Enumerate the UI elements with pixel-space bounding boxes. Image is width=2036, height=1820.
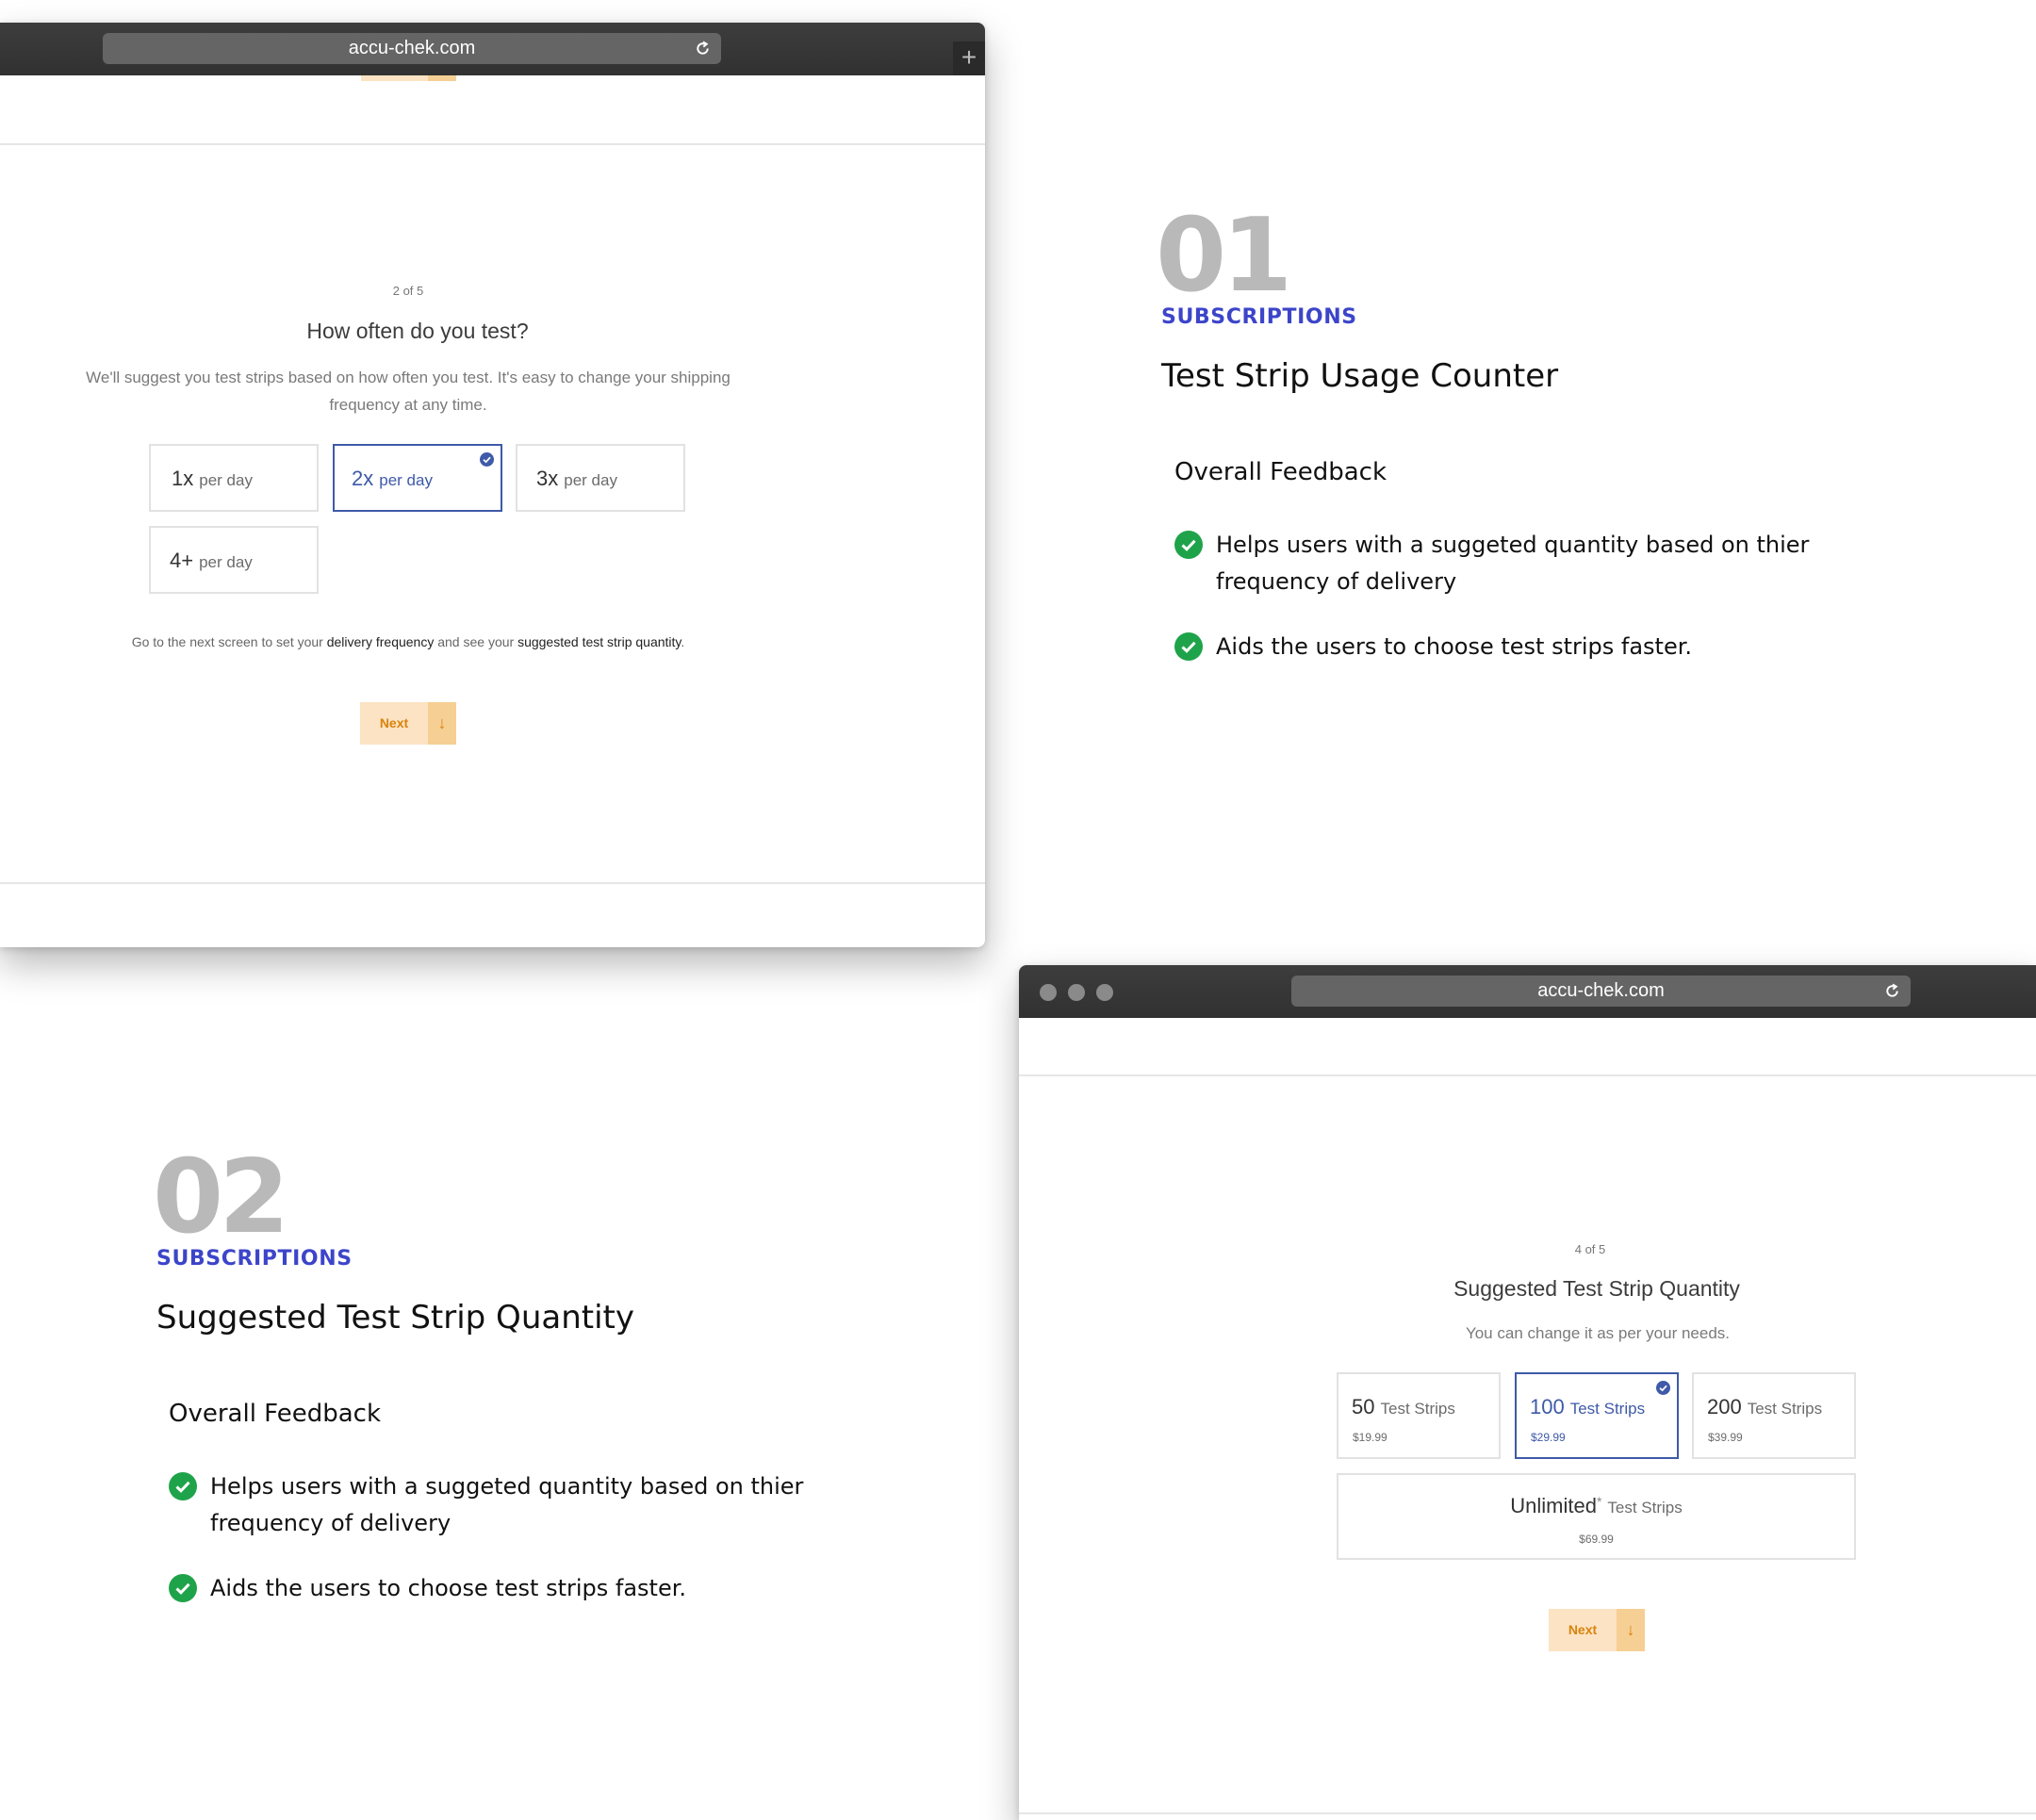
option-value: Unlimited xyxy=(1510,1494,1597,1517)
quantity-option-200[interactable]: 200 Test Strips $39.99 xyxy=(1692,1372,1856,1459)
hint-text: Go to the next screen to set your xyxy=(131,634,327,649)
question-title: How often do you test? xyxy=(306,319,529,343)
option-price: $69.99 xyxy=(1579,1533,1614,1546)
next-button-label: Next xyxy=(1568,1622,1598,1637)
frequency-option-1x[interactable]: 1x per day xyxy=(149,444,319,512)
option-value: 1x xyxy=(172,467,194,490)
frequency-option-2x[interactable]: 2x per day xyxy=(333,444,502,512)
feedback-item: Aids the users to choose test strips fas… xyxy=(1216,629,1692,665)
option-price: $19.99 xyxy=(1353,1431,1387,1444)
feedback-item-line: Aids the users to choose test strips fas… xyxy=(210,1575,687,1601)
browser-window-frequency: accu-chek.com + 2 of 5 How often do you … xyxy=(0,23,985,947)
reload-icon[interactable] xyxy=(1883,982,1901,1000)
option-price: $39.99 xyxy=(1708,1431,1743,1444)
option-value: 4+ xyxy=(170,549,194,572)
step-indicator: 4 of 5 xyxy=(1574,1242,1606,1256)
browser-titlebar: accu-chek.com xyxy=(1019,965,2036,1018)
arrow-down-icon: ↓ xyxy=(428,702,456,745)
option-unit: Test Strips xyxy=(1569,1400,1646,1418)
feedback-item-line: Helps users with a suggeted quantity bas… xyxy=(1216,532,1810,558)
feedback-item-line: Helps users with a suggeted quantity bas… xyxy=(210,1473,804,1500)
address-bar[interactable]: accu-chek.com xyxy=(1291,976,1911,1007)
next-button[interactable]: Next ↓ xyxy=(1549,1609,1645,1651)
feedback-item: Aids the users to choose test strips fas… xyxy=(210,1570,686,1607)
address-bar[interactable]: accu-chek.com xyxy=(103,33,721,64)
quantity-option-unlimited[interactable]: Unlimited* Test Strips $69.99 xyxy=(1337,1473,1856,1560)
option-value: 200 xyxy=(1707,1395,1742,1418)
quantity-option-50[interactable]: 50 Test Strips $19.99 xyxy=(1337,1372,1501,1459)
option-unit: Test Strips xyxy=(1747,1400,1823,1418)
check-circle-icon xyxy=(169,1472,197,1500)
window-maximize-dot[interactable] xyxy=(1096,984,1113,1001)
footer-divider xyxy=(1019,1812,2036,1814)
selected-check-icon xyxy=(1656,1381,1670,1395)
question-description-line1: We'll suggest you test strips based on h… xyxy=(86,369,731,386)
next-button-label: Next xyxy=(379,715,409,730)
previous-next-button-edge xyxy=(361,75,456,81)
delivery-frequency-text: delivery frequency xyxy=(326,634,435,649)
option-unit: Test Strips xyxy=(1380,1400,1455,1418)
feedback-title: Overall Feedback xyxy=(169,1400,381,1428)
address-url: accu-chek.com xyxy=(348,38,476,58)
window-minimize-dot[interactable] xyxy=(1068,984,1085,1001)
option-value: 3x xyxy=(536,467,559,490)
option-value: 100 xyxy=(1530,1395,1565,1418)
feedback-item: Helps users with a suggeted quantity bas… xyxy=(210,1468,803,1542)
option-unit: per day xyxy=(564,471,617,489)
header-divider xyxy=(1019,1074,2036,1076)
address-url: accu-chek.com xyxy=(1537,980,1665,1001)
section-number: 01 xyxy=(1156,197,1292,315)
feedback-item-line: frequency of delivery xyxy=(210,1510,452,1536)
section-number: 02 xyxy=(153,1139,289,1256)
selected-check-icon xyxy=(480,452,494,467)
feedback-item-line: frequency of delivery xyxy=(1216,568,1457,595)
feedback-item: Helps users with a suggeted quantity bas… xyxy=(1216,527,1809,600)
browser-titlebar: accu-chek.com + xyxy=(0,23,985,75)
new-tab-button[interactable]: + xyxy=(953,41,985,75)
feedback-title: Overall Feedback xyxy=(1174,458,1387,486)
option-unit: per day xyxy=(379,471,433,489)
next-button[interactable]: Next ↓ xyxy=(360,702,456,745)
frequency-option-4plus[interactable]: 4+ per day xyxy=(149,526,319,594)
section-category: SUBSCRIPTIONS xyxy=(156,1247,353,1271)
step-indicator: 2 of 5 xyxy=(392,284,424,298)
feedback-item-line: Aids the users to choose test strips fas… xyxy=(1216,633,1693,660)
question-title: Suggested Test Strip Quantity xyxy=(1453,1276,1740,1301)
question-description-line2: frequency at any time. xyxy=(329,396,487,414)
option-unit: per day xyxy=(199,471,253,489)
window-close-dot[interactable] xyxy=(1040,984,1057,1001)
footer-divider xyxy=(0,882,985,884)
section-title: Suggested Test Strip Quantity xyxy=(156,1299,634,1336)
quantity-option-100[interactable]: 100 Test Strips $29.99 xyxy=(1515,1372,1679,1459)
option-value: 2x xyxy=(352,467,374,490)
option-unit: per day xyxy=(199,553,253,571)
section-category: SUBSCRIPTIONS xyxy=(1161,305,1357,329)
option-value: 50 xyxy=(1352,1395,1375,1418)
section-title: Test Strip Usage Counter xyxy=(1161,357,1559,395)
arrow-down-icon: ↓ xyxy=(1617,1609,1645,1651)
option-price: $29.99 xyxy=(1531,1431,1566,1444)
check-circle-icon xyxy=(1174,531,1203,559)
header-divider xyxy=(0,143,985,145)
asterisk-marker: * xyxy=(1596,1494,1602,1509)
option-unit: Test Strips xyxy=(1607,1499,1683,1517)
check-circle-icon xyxy=(1174,632,1203,661)
question-description: You can change it as per your needs. xyxy=(1465,1324,1731,1342)
frequency-option-3x[interactable]: 3x per day xyxy=(516,444,685,512)
check-circle-icon xyxy=(169,1574,197,1602)
next-screen-hint: Go to the next screen to set your delive… xyxy=(0,634,816,649)
hint-text: . xyxy=(681,634,685,649)
browser-window-quantity: accu-chek.com 4 of 5 Suggested Test Stri… xyxy=(1019,965,2036,1820)
hint-text: and see your xyxy=(434,634,518,649)
suggested-quantity-text: suggested test strip quantity xyxy=(517,634,681,649)
reload-icon[interactable] xyxy=(694,40,712,57)
